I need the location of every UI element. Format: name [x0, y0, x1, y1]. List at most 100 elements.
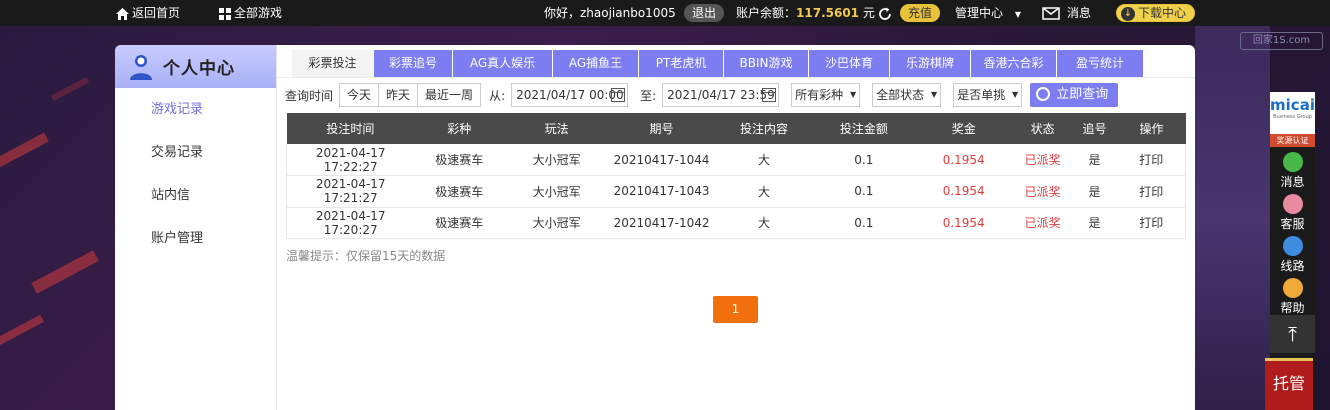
tab-pt-slots[interactable]: PT老虎机	[639, 50, 723, 77]
tab-bbin[interactable]: BBIN游戏	[724, 50, 808, 77]
filter-bar: 查询时间 今天 昨天 最近一周 从: 2021/04/17 00:00 至: 2…	[285, 82, 1119, 108]
logo-subtext: Business Group	[1273, 114, 1312, 120]
speed-icon	[1282, 236, 1303, 256]
user-icon	[130, 54, 152, 80]
recharge-button[interactable]: 充值	[900, 4, 941, 22]
tab-ag-fishing[interactable]: AG捕鱼王	[553, 50, 638, 77]
tab-leyou-chess[interactable]: 乐游棋牌	[890, 50, 970, 77]
cell-lottery: 极速赛车	[414, 175, 505, 208]
background-right	[1195, 26, 1270, 410]
quick-range: 今天 昨天 最近一周	[339, 83, 482, 107]
from-label: 从:	[489, 88, 506, 103]
back-to-top-button[interactable]: ⤒	[1270, 315, 1315, 353]
agent-icon	[1282, 194, 1303, 214]
home-label: 返回首页	[132, 6, 181, 20]
cell-content: 大	[714, 144, 814, 176]
cell-play: 大小冠军	[504, 207, 610, 239]
range-today-button[interactable]: 今天	[340, 84, 380, 106]
bet-records-table: 投注时间 彩种 玩法 期号 投注内容 投注金额 奖金 状态 追号 操作 2021…	[286, 113, 1186, 239]
cell-amount: 0.1	[813, 175, 914, 208]
query-button[interactable]: 立即查询	[1030, 83, 1119, 107]
home-icon	[116, 7, 129, 20]
sidebar-item-inbox[interactable]: 站内信	[115, 174, 276, 217]
cell-status: 已派奖	[1013, 175, 1072, 208]
range-yesterday-button[interactable]: 昨天	[379, 84, 419, 106]
cell-play: 大小冠军	[504, 144, 610, 176]
widget-help-label: 帮助	[1280, 301, 1305, 315]
messages-link[interactable]: 消息	[1042, 0, 1091, 26]
tab-hk-mark-six[interactable]: 香港六合彩	[971, 50, 1056, 77]
col-lottery: 彩种	[414, 113, 505, 144]
manage-center-label: 管理中心	[955, 6, 1004, 20]
widget-service-button[interactable]: 客服	[1270, 189, 1315, 231]
sidebar: 个人中心 游戏记录 交易记录 站内信 账户管理	[115, 45, 277, 410]
col-issue: 期号	[609, 113, 715, 144]
widget-messages-label: 消息	[1280, 175, 1305, 189]
logout-button[interactable]: 退出	[684, 4, 725, 22]
print-button[interactable]: 打印	[1117, 175, 1186, 208]
col-prize: 奖金	[913, 113, 1014, 144]
content-area: 彩票投注 彩票追号 AG真人娱乐 AG捕鱼王 PT老虎机 BBIN游戏 沙巴体育…	[277, 45, 1195, 410]
cell-chase: 是	[1071, 207, 1118, 239]
col-action: 操作	[1117, 113, 1186, 144]
sidebar-item-transactions[interactable]: 交易记录	[115, 131, 276, 174]
tab-lottery-bets[interactable]: 彩票投注	[292, 50, 373, 77]
widget-help-button[interactable]: 帮助	[1270, 273, 1315, 315]
cell-play: 大小冠军	[504, 175, 610, 208]
tab-profit-stats[interactable]: 盈亏统计	[1057, 50, 1143, 77]
print-button[interactable]: 打印	[1117, 207, 1186, 239]
main-panel: 个人中心 游戏记录 交易记录 站内信 账户管理 彩票投注 彩票追号 AG真人娱乐…	[115, 45, 1195, 410]
to-date-input[interactable]: 2021/04/17 23:59	[662, 83, 780, 107]
widget-routes-button[interactable]: 线路	[1270, 231, 1315, 273]
print-button[interactable]: 打印	[1117, 144, 1186, 176]
cell-content: 大	[714, 207, 814, 239]
retention-tip: 温馨提示：仅保留15天的数据	[286, 249, 446, 263]
messages-label: 消息	[1067, 6, 1092, 20]
range-week-button[interactable]: 最近一周	[418, 84, 480, 106]
refresh-button[interactable]	[878, 0, 895, 26]
tab-saba-sports[interactable]: 沙巴体育	[809, 50, 889, 77]
download-icon: ↓	[1121, 6, 1135, 21]
cell-issue: 20210417-1044	[609, 144, 715, 176]
tab-lottery-chase[interactable]: 彩票追号	[374, 50, 452, 77]
download-center-button[interactable]: ↓ 下载中心	[1116, 4, 1196, 22]
micai-logo: micai Business Group	[1270, 92, 1315, 134]
manage-center-menu[interactable]: 管理中心 ▼	[955, 0, 1021, 26]
sidebar-header: 个人中心	[115, 45, 276, 88]
background-decoration	[0, 26, 115, 410]
sidebar-title: 个人中心	[163, 59, 235, 79]
cell-amount: 0.1	[813, 144, 914, 176]
tab-ag-live[interactable]: AG真人娱乐	[453, 50, 552, 77]
all-games-link[interactable]: 全部游戏	[219, 0, 282, 26]
page-button-current[interactable]: 1	[713, 296, 758, 323]
cell-bet-time: 2021-04-17 17:21:27	[286, 175, 415, 208]
cell-bet-time: 2021-04-17 17:20:27	[286, 207, 415, 239]
greeting: 你好，zhaojianbo1005	[544, 6, 676, 20]
refresh-icon	[879, 7, 891, 20]
home-link[interactable]: 返回首页	[116, 0, 180, 26]
to-label: 至:	[640, 88, 657, 103]
mail-icon	[1042, 7, 1060, 20]
table-row: 2021-04-17 17:20:27 极速赛车 大小冠军 20210417-1…	[286, 207, 1186, 239]
widget-service-label: 客服	[1280, 217, 1305, 231]
status-select[interactable]: 全部状态	[872, 83, 942, 107]
widget-messages-button[interactable]: 消息	[1270, 147, 1315, 189]
table-row: 2021-04-17 17:22:27 极速赛车 大小冠军 20210417-1…	[286, 144, 1186, 176]
sidebar-item-game-records[interactable]: 游戏记录	[115, 88, 276, 131]
lottery-type-select[interactable]: 所有彩种	[791, 83, 861, 107]
cell-prize: 0.1954	[913, 207, 1014, 239]
cell-issue: 20210417-1042	[609, 207, 715, 239]
chat-icon	[1282, 152, 1303, 172]
table-row: 2021-04-17 17:21:27 极速赛车 大小冠军 20210417-1…	[286, 175, 1186, 208]
host-button[interactable]: 托管	[1265, 358, 1313, 410]
single-pick-select[interactable]: 是否单挑	[953, 83, 1023, 107]
sidebar-item-account[interactable]: 账户管理	[115, 217, 276, 260]
from-date-value: 2021/04/17 00:00	[516, 88, 624, 102]
certification-badge: 奖源认证	[1270, 134, 1315, 147]
search-icon	[1036, 86, 1051, 101]
cell-chase: 是	[1071, 175, 1118, 208]
from-date-input[interactable]: 2021/04/17 00:00	[511, 83, 629, 107]
query-button-label: 立即查询	[1056, 87, 1109, 102]
calendar-icon	[762, 88, 777, 102]
cell-prize: 0.1954	[913, 175, 1014, 208]
